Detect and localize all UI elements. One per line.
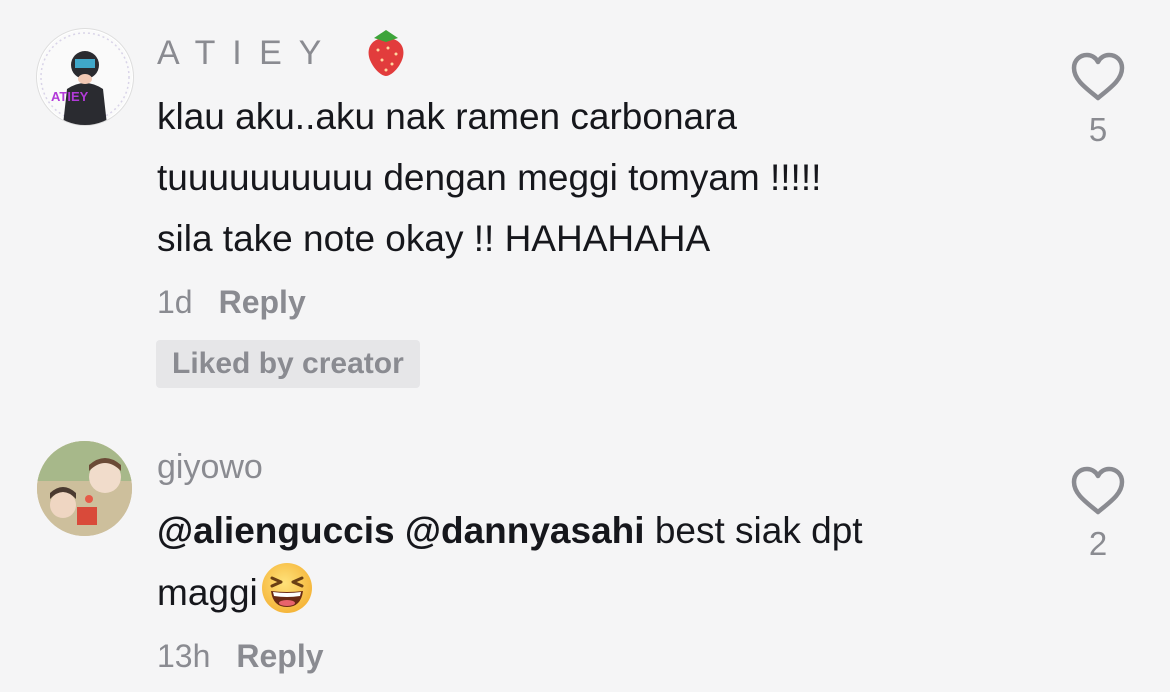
- comment-line: klau aku..aku nak ramen carbonara: [157, 96, 738, 137]
- like-count: 5: [1088, 111, 1108, 148]
- username[interactable]: A T I E Y: [157, 34, 325, 73]
- comment-item: ATIEY A T I E Y klau aku..aku nak ramen …: [0, 0, 1170, 420]
- comment-text: @alienguccis @dannyasahi best siak dpt m…: [157, 500, 1037, 623]
- comment-text-segment: best siak dpt: [654, 510, 863, 551]
- like-count: 2: [1088, 525, 1108, 562]
- reply-button[interactable]: Reply: [219, 284, 306, 321]
- comment-text: klau aku..aku nak ramen carbonara tuuuuu…: [157, 86, 1037, 269]
- timestamp: 1d: [157, 284, 193, 320]
- timestamp: 13h: [157, 638, 211, 674]
- avatar[interactable]: ATIEY: [36, 28, 134, 126]
- heart-icon[interactable]: [1070, 52, 1126, 102]
- heart-icon[interactable]: [1070, 466, 1126, 516]
- username[interactable]: giyowo: [157, 448, 263, 487]
- comment-item: giyowo @alienguccis @dannyasahi best sia…: [0, 420, 1170, 692]
- mention-link[interactable]: @dannyasahi: [405, 510, 645, 551]
- comment-line: sila take note okay !! HAHAHAHA: [157, 218, 711, 259]
- avatar[interactable]: [37, 441, 132, 536]
- liked-by-creator-badge: Liked by creator: [156, 340, 420, 388]
- comment-line: maggi: [157, 561, 1037, 623]
- comment-line: tuuuuuuuuuu dengan meggi tomyam !!!!!: [157, 157, 822, 198]
- avatar-image: [38, 30, 132, 125]
- avatar-image: [37, 441, 132, 536]
- comment-meta: 13h Reply: [157, 638, 324, 675]
- avatar-label: ATIEY: [51, 89, 89, 104]
- comment-meta: 1d Reply: [157, 284, 306, 321]
- like-control[interactable]: 2: [1065, 466, 1131, 563]
- mention-link[interactable]: @alienguccis: [157, 510, 395, 551]
- grinning-squinting-face-icon: [261, 563, 312, 613]
- comment-text-segment: maggi: [157, 572, 258, 613]
- comment-line: @alienguccis @dannyasahi best siak dpt: [157, 500, 1037, 561]
- reply-button[interactable]: Reply: [236, 638, 323, 675]
- strawberry-icon: [368, 30, 404, 76]
- like-control[interactable]: 5: [1065, 52, 1131, 149]
